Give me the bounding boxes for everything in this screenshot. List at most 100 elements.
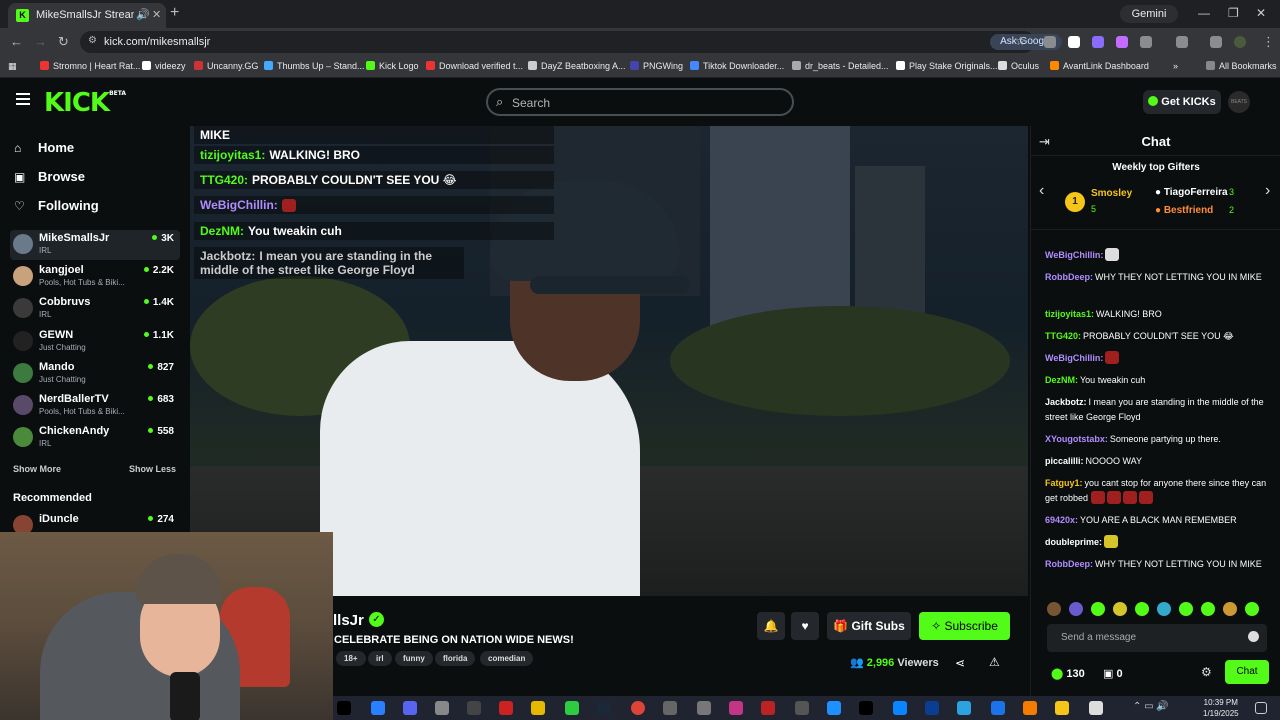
send-chat-button[interactable]: Chat [1225,660,1269,684]
app-icon[interactable] [531,701,545,715]
browser-tab[interactable]: K MikeSmallsJr Stream - Watch 🔊 ✕ [8,3,166,28]
extension-icon[interactable] [1092,36,1104,48]
tiktok-icon[interactable] [337,701,351,715]
tiktok-icon[interactable] [859,701,873,715]
nav-browse[interactable]: ▣ Browse [14,169,85,184]
tray-icons[interactable]: ⌃ ▭ 🔊 [1133,701,1169,712]
url-field[interactable]: ⚙ kick.com/mikesmallsjr Ask Google ☆ [80,31,1062,53]
bookmark-item[interactable]: Play Stake Originals... [896,61,998,71]
menu-kebab-icon[interactable]: ⋮ [1262,34,1275,50]
app-icon[interactable] [761,701,775,715]
stream-tag[interactable]: comedian [480,651,534,666]
extensions-puzzle-icon[interactable] [1140,36,1152,48]
chat-username[interactable]: DezNM: [1045,375,1078,385]
emote-icon[interactable] [1223,602,1237,616]
followed-channel[interactable]: MikeSmallsJr IRL 3K [10,230,180,260]
app-icon[interactable] [795,701,809,715]
app-icon[interactable] [1089,701,1103,715]
taskbar-clock[interactable]: 10:39 PM 1/19/2025 [1203,697,1239,719]
bookmark-item[interactable]: DayZ Beatboxing A... [528,61,626,71]
chat-username[interactable]: Fatguy1: [1045,478,1083,488]
chat-username[interactable]: piccalilli: [1045,456,1084,466]
apps-grid-icon[interactable]: ▦ [8,61,17,72]
stream-tag[interactable]: funny [395,651,433,666]
gifter-name[interactable]: Smosley [1091,188,1132,199]
app-icon[interactable] [467,701,481,715]
chat-input[interactable]: Send a message [1047,624,1267,652]
discord-icon[interactable] [403,701,417,715]
bookmark-item[interactable]: Uncanny.GG [194,61,258,71]
follow-heart-icon[interactable]: ♥ [791,612,819,640]
subscribe-button[interactable]: ✧ Subscribe [919,612,1010,640]
app-icon[interactable] [499,701,513,715]
hamburger-menu-icon[interactable] [16,93,30,105]
chat-username[interactable]: tizijoyitas1: [1045,309,1094,319]
bookmark-item[interactable]: Thumbs Up – Stand... [264,61,365,71]
bookmarks-overflow-icon[interactable]: » [1173,61,1178,71]
emote-icon[interactable] [1113,602,1127,616]
chat-username[interactable]: doubleprime: [1045,537,1102,547]
gifter-name[interactable]: ● Bestfriend [1155,205,1213,216]
app-icon[interactable] [565,701,579,715]
app-icon[interactable] [371,701,385,715]
show-more-button[interactable]: Show More [13,464,61,474]
stream-tag[interactable]: florida [435,651,476,666]
site-info-icon[interactable]: ⚙ [88,35,97,46]
followed-channel[interactable]: kangjoel Pools, Hot Tubs & Biki... 2.2K [10,262,180,292]
chat-username[interactable]: RobbDeep: [1045,559,1093,569]
extension-icon[interactable] [1116,36,1128,48]
all-bookmarks-button[interactable]: All Bookmarks [1206,61,1277,71]
extension-icon[interactable] [1044,36,1056,48]
share-icon[interactable]: ⋖ [955,656,965,670]
steam-icon[interactable] [597,701,611,715]
chevron-left-icon[interactable]: ‹ [1039,182,1044,200]
app-icon[interactable] [663,701,677,715]
sidepanel-icon[interactable] [1176,36,1188,48]
profile-avatar-icon[interactable] [1234,36,1246,48]
followed-channel[interactable]: NerdBallerTV Pools, Hot Tubs & Biki... 6… [10,391,180,421]
app-icon[interactable] [435,701,449,715]
minimize-icon[interactable]: — [1198,6,1210,20]
emote-icon[interactable] [1245,602,1259,616]
app-icon[interactable] [991,701,1005,715]
emote-icon[interactable] [1179,602,1193,616]
bookmark-item[interactable]: Download verified t... [426,61,523,71]
app-icon[interactable] [1055,701,1069,715]
chat-username[interactable]: XYougotstabx: [1045,434,1108,444]
emote-icon[interactable] [1069,602,1083,616]
nav-following[interactable]: ♡ Following [14,198,99,213]
followed-channel[interactable]: GEWN Just Chatting 1.1K [10,327,180,357]
new-tab-icon[interactable]: + [170,4,179,22]
back-icon[interactable]: ← [10,34,23,49]
stream-tag[interactable]: 18+ [336,651,366,666]
emote-icon[interactable] [1201,602,1215,616]
reload-icon[interactable]: ↻ [58,34,69,50]
search-bar[interactable]: ⌕ Search [486,88,794,116]
emote-icon[interactable] [1135,602,1149,616]
chevron-right-icon[interactable]: › [1265,182,1270,200]
close-window-icon[interactable]: ✕ [1256,6,1266,20]
get-kicks-button[interactable]: Get KICKs [1143,90,1221,114]
gift-balance[interactable]: ▣ 0 [1103,667,1123,680]
forward-icon[interactable]: → [34,34,47,49]
video-player[interactable]: MIKE tizijoyitas1: WALKING! BRO TTG420: PR… [190,126,1028,596]
emote-icon[interactable] [1091,602,1105,616]
chat-username[interactable]: RobbDeep: [1045,272,1093,282]
bookmark-item[interactable]: PNGWing [630,61,683,71]
bookmark-item[interactable]: dr_beats - Detailed... [792,61,889,71]
bookmark-item[interactable]: Oculus [998,61,1039,71]
nav-home[interactable]: ⌂ Home [14,140,74,155]
stream-tag[interactable]: irl [368,651,392,666]
emote-icon[interactable] [1047,602,1061,616]
chat-username[interactable]: TTG420: [1045,331,1081,341]
bookmark-star-icon[interactable]: ☆ [1015,34,1026,48]
chat-username[interactable]: Jackbotz: [1045,397,1087,407]
close-tab-icon[interactable]: ✕ [152,8,161,21]
streamer-name[interactable]: llsJr [333,612,364,629]
app-icon[interactable] [697,701,711,715]
emoji-picker-icon[interactable] [1248,631,1259,642]
bookmark-item[interactable]: Stromno | Heart Rat... [40,61,140,71]
extension-icon[interactable] [1068,36,1080,48]
kick-logo[interactable]: KICKBETA [44,88,126,118]
show-less-button[interactable]: Show Less [129,464,176,474]
